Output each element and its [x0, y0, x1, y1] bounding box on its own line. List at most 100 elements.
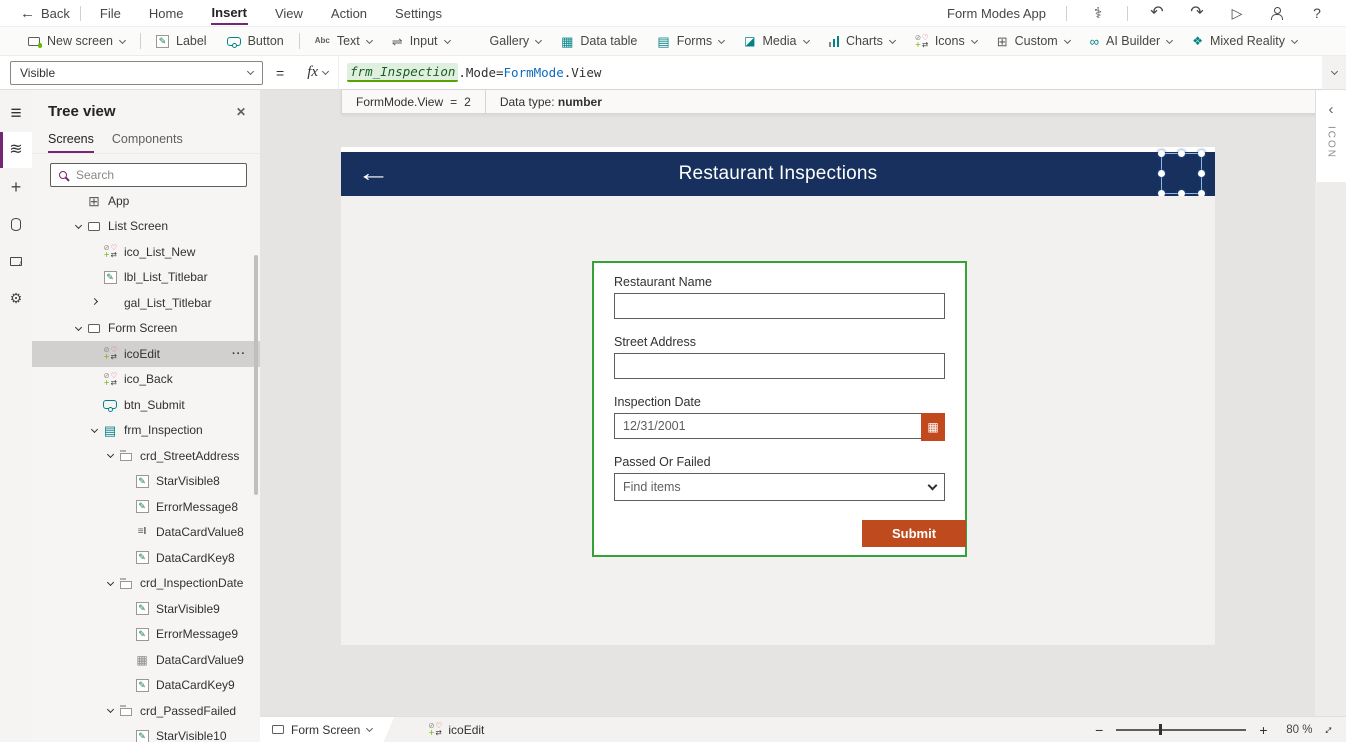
zoom-in-button[interactable]: +: [1259, 723, 1267, 737]
date-picker-button[interactable]: ▦: [921, 413, 945, 441]
fx-label: fx: [307, 64, 318, 81]
ribbon-text[interactable]: AbcText: [305, 27, 382, 55]
fx-button[interactable]: fx: [297, 61, 338, 85]
rail-insert[interactable]: +: [0, 169, 32, 205]
close-icon[interactable]: ✕: [236, 103, 246, 120]
tree-item-ico-list-new[interactable]: ⊘♡+⇄ico_List_New: [32, 239, 260, 265]
tree-item-datacardkey9[interactable]: ✎DataCardKey9: [32, 673, 260, 699]
rail-menu[interactable]: ≡: [0, 95, 32, 131]
ribbon-forms[interactable]: ▤Forms: [647, 27, 734, 55]
fit-to-window-button[interactable]: ↕: [1322, 723, 1336, 737]
ribbon-input[interactable]: ⇌Input: [382, 27, 460, 55]
rail-tree-view[interactable]: ≋: [0, 132, 32, 168]
selected-control-breadcrumb[interactable]: ⊘♡+⇄ icoEdit: [428, 723, 484, 737]
tree-item-datacardvalue9[interactable]: ▦DataCardValue9: [32, 647, 260, 673]
ribbon-ai-builder[interactable]: ∞AI Builder: [1080, 27, 1182, 55]
collapse-panel-icon[interactable]: ‹: [1329, 102, 1334, 117]
tree-item-app[interactable]: ⊞App: [32, 188, 260, 214]
search-input[interactable]: [74, 167, 224, 183]
screen-selector[interactable]: Form Screen: [260, 717, 394, 743]
chevron-down-icon[interactable]: [102, 582, 118, 585]
menu-view[interactable]: View: [274, 3, 304, 24]
ribbon-data-table[interactable]: ▦Data table: [551, 27, 647, 55]
redo-button[interactable]: ↷: [1186, 5, 1208, 21]
ribbon-button[interactable]: Button: [217, 27, 294, 55]
chevron-down-icon[interactable]: [102, 454, 118, 457]
selection-handle[interactable]: [1198, 150, 1205, 157]
ribbon-gallery[interactable]: Gallery: [460, 27, 552, 55]
selection-handle[interactable]: [1198, 170, 1205, 177]
tree-item-icoedit[interactable]: ⊘♡+⇄icoEdit···: [32, 341, 260, 367]
tree-item-frm-inspection[interactable]: ▤frm_Inspection: [32, 418, 260, 444]
ribbon-mixed-reality[interactable]: ❖Mixed Reality: [1182, 27, 1307, 55]
chevron-down-icon[interactable]: [70, 327, 86, 330]
selection-handle[interactable]: [1158, 170, 1165, 177]
tab-components[interactable]: Components: [112, 132, 183, 153]
chevron-down-icon[interactable]: [86, 429, 102, 432]
tree-item-ico-back[interactable]: ⊘♡+⇄ico_Back: [32, 367, 260, 393]
selection-handle[interactable]: [1178, 150, 1185, 157]
rail-media[interactable]: [0, 243, 32, 279]
tree-item-errormessage9[interactable]: ✎ErrorMessage9: [32, 622, 260, 648]
tree-item-lbl-list-titlebar[interactable]: ✎lbl_List_Titlebar: [32, 265, 260, 291]
inspection-form[interactable]: Restaurant NameStreet AddressInspection …: [592, 261, 967, 557]
label-icon: ✎: [136, 730, 149, 742]
rail-data[interactable]: [0, 206, 32, 242]
divider: [1066, 6, 1067, 21]
ribbon-charts[interactable]: Charts: [819, 27, 905, 55]
formula-input[interactable]: frm_Inspection.Mode=FormMode.View: [338, 56, 1322, 89]
menu-file[interactable]: File: [99, 3, 122, 24]
tree-item-crd-passedfailed[interactable]: crd_PassedFailed: [32, 698, 260, 724]
tree-item-datacardvalue8[interactable]: ≡IDataCardValue8: [32, 520, 260, 546]
app-back-arrow-icon[interactable]: ←: [357, 159, 391, 188]
rail-advanced-tools[interactable]: ⚙: [0, 280, 32, 316]
ribbon-icons[interactable]: ⊘♡+⇄Icons: [905, 27, 987, 55]
tree-item-crd-inspectiondate[interactable]: crd_InspectionDate: [32, 571, 260, 597]
ribbon-custom[interactable]: ⊞Custom: [987, 27, 1080, 55]
chevron-right-icon[interactable]: [86, 301, 102, 304]
tree-search-box[interactable]: [50, 163, 247, 187]
help-button[interactable]: ?: [1306, 6, 1328, 20]
zoom-out-button[interactable]: −: [1095, 723, 1103, 737]
chevron-down-icon: [1291, 36, 1298, 43]
field-input-street-address[interactable]: [614, 353, 945, 379]
tree-item-datacardkey8[interactable]: ✎DataCardKey8: [32, 545, 260, 571]
tree-item-starvisible10[interactable]: ✎StarVisible10: [32, 724, 260, 743]
tree-scrollbar[interactable]: [254, 255, 258, 495]
ribbon-label[interactable]: ✎Label: [146, 27, 217, 55]
selected-control-handles[interactable]: [1161, 153, 1202, 194]
preview-button[interactable]: ▷: [1226, 6, 1248, 20]
back-button[interactable]: ← Back: [20, 6, 70, 21]
tree-item-starvisible8[interactable]: ✎StarVisible8: [32, 469, 260, 495]
submit-button[interactable]: Submit: [862, 520, 966, 547]
menu-settings[interactable]: Settings: [394, 3, 443, 24]
selection-handle[interactable]: [1158, 150, 1165, 157]
share-button[interactable]: [1266, 7, 1288, 20]
tree-item-errormessage8[interactable]: ✎ErrorMessage8: [32, 494, 260, 520]
tree-item-form-screen[interactable]: Form Screen: [32, 316, 260, 342]
tree-item-starvisible9[interactable]: ✎StarVisible9: [32, 596, 260, 622]
chevron-down-icon[interactable]: [102, 709, 118, 712]
menu-home[interactable]: Home: [148, 3, 185, 24]
tree-item-crd-streetaddress[interactable]: crd_StreetAddress: [32, 443, 260, 469]
ribbon-new-screen[interactable]: New screen: [18, 27, 135, 55]
tab-screens[interactable]: Screens: [48, 132, 94, 153]
menu-action[interactable]: Action: [330, 3, 368, 24]
tree-item-gal-list-titlebar[interactable]: gal_List_Titlebar: [32, 290, 260, 316]
property-selector[interactable]: Visible: [10, 61, 263, 85]
zoom-slider-thumb[interactable]: [1159, 724, 1162, 735]
formula-expand-button[interactable]: [1322, 56, 1346, 89]
tree-item-label: DataCardValue9: [156, 653, 244, 667]
tree-item-list-screen[interactable]: List Screen: [32, 214, 260, 240]
field-input-passed-or-failed[interactable]: Find items: [614, 473, 945, 501]
tree-item-btn-submit[interactable]: btn_Submit: [32, 392, 260, 418]
menu-insert[interactable]: Insert: [211, 2, 248, 25]
chevron-down-icon[interactable]: [70, 225, 86, 228]
ribbon-media[interactable]: ◪Media: [734, 27, 818, 55]
app-checker-button[interactable]: ⚕: [1087, 6, 1109, 21]
zoom-slider[interactable]: [1116, 729, 1246, 731]
field-input-inspection-date[interactable]: 12/31/2001▦: [614, 413, 945, 439]
field-input-restaurant-name[interactable]: [614, 293, 945, 319]
undo-button[interactable]: ↶: [1146, 5, 1168, 21]
hamburger-icon: ≡: [10, 104, 21, 123]
